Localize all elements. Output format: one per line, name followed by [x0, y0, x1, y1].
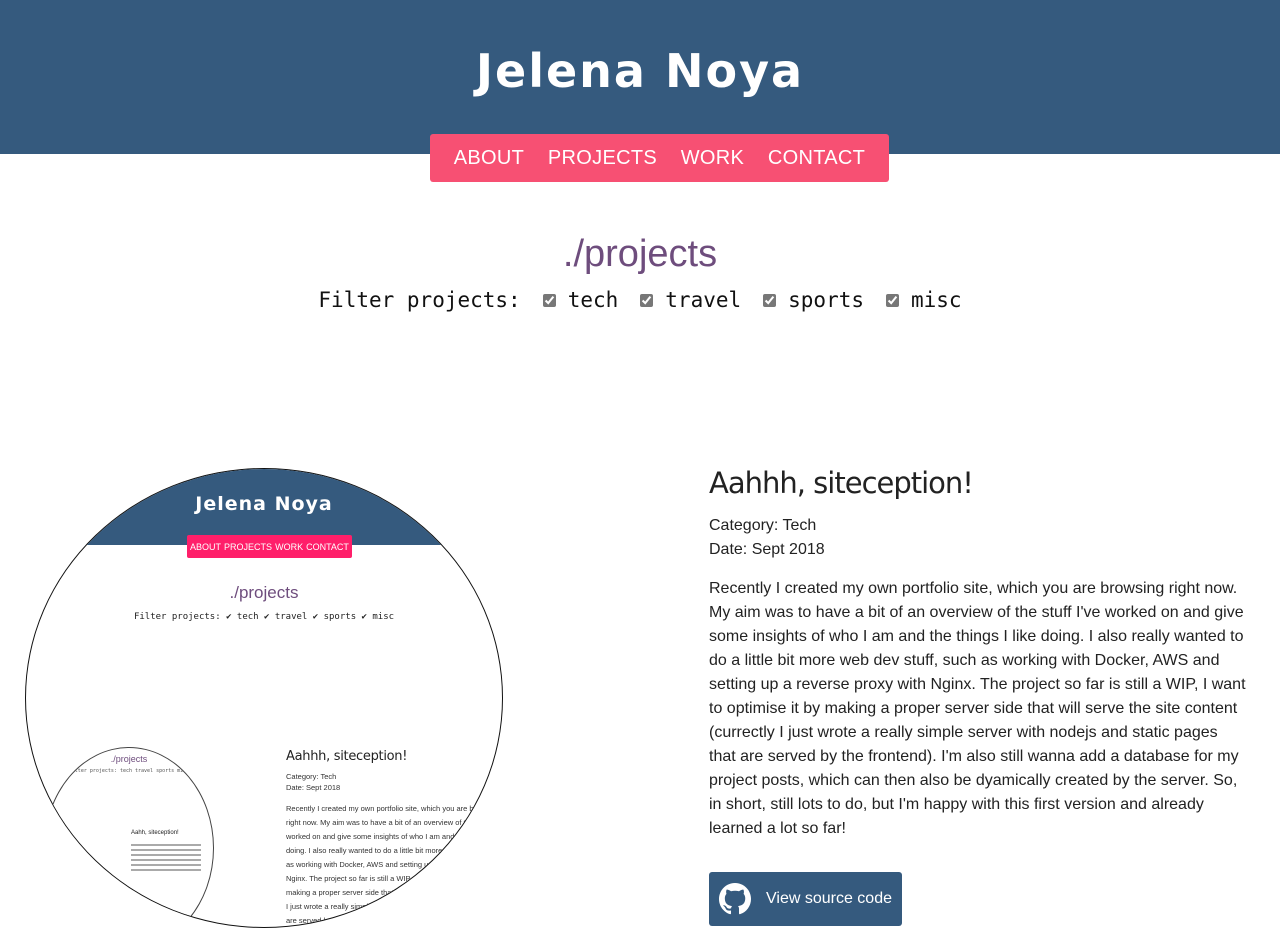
preview-category: Category: Tech — [286, 772, 337, 781]
filter-travel-label: travel — [665, 288, 742, 312]
view-source-label: View source code — [766, 890, 892, 907]
nav-projects-link[interactable]: PROJECTS — [548, 147, 657, 170]
filter-misc-label: misc — [911, 288, 962, 312]
site-header: Jelena Noya — [0, 0, 1280, 154]
filter-travel-checkbox[interactable] — [640, 293, 654, 307]
preview-nav: ABOUT PROJECTS WORK CONTACT — [187, 535, 352, 558]
nav-work-link[interactable]: WORK — [681, 147, 744, 170]
preview-filter: Filter projects: ✔ tech ✔ travel ✔ sport… — [133, 612, 395, 622]
preview-nested-image: ./projects Filter projects: tech travel … — [44, 747, 214, 927]
nested-filter: Filter projects: tech travel sports misc — [68, 768, 190, 774]
preview-nav-item: WORK — [275, 541, 304, 552]
nav-about-link[interactable]: ABOUT — [454, 147, 524, 170]
preview-description: Recently I created my own portfolio site… — [286, 804, 503, 925]
github-icon — [719, 883, 751, 915]
filter-option-tech[interactable]: tech — [542, 288, 619, 312]
site-title: Jelena Noya — [475, 44, 805, 98]
preview-nav-item: PROJECTS — [224, 541, 273, 552]
preview-site-title: Jelena Noya — [195, 493, 333, 515]
filter-sports-label: sports — [788, 288, 864, 312]
filter-option-misc[interactable]: misc — [886, 288, 962, 312]
project-category: Category: Tech — [709, 517, 817, 534]
preview-nav-item: CONTACT — [306, 541, 349, 552]
filter-tech-label: tech — [567, 288, 619, 312]
nested-image-shape — [45, 828, 77, 868]
preview-heading: ./projects — [229, 583, 299, 602]
filter-label: Filter projects: — [318, 288, 521, 312]
project-preview-image: Jelena Noya ABOUT PROJECTS WORK CONTACT … — [25, 468, 503, 928]
filter-sports-checkbox[interactable] — [763, 293, 777, 307]
nested-title: Aahh, siteception! — [131, 830, 179, 836]
view-source-button[interactable]: View source code — [709, 872, 902, 926]
filter-misc-checkbox[interactable] — [886, 293, 899, 307]
project-date: Date: Sept 2018 — [709, 541, 825, 558]
filter-option-sports[interactable]: sports — [763, 288, 864, 312]
project-meta: Category: Tech Date: Sept 2018 — [709, 514, 825, 562]
project-filter: Filter projects: tech travel sports misc — [0, 288, 1280, 312]
filter-tech-checkbox[interactable] — [542, 293, 556, 307]
preview-date: Date: Sept 2018 — [286, 783, 341, 792]
preview-post-title: Aahhh, siteception! — [286, 749, 408, 764]
page-heading: ./projects — [562, 233, 718, 275]
preview-meta: Category: Tech Date: Sept 2018 — [286, 771, 340, 793]
nested-text-lines — [131, 844, 201, 874]
main-nav: ABOUT PROJECTS WORK CONTACT — [430, 134, 889, 182]
nested-heading: ./projects — [110, 754, 148, 764]
nav-contact-link[interactable]: CONTACT — [768, 147, 865, 170]
filter-option-travel[interactable]: travel — [640, 288, 741, 312]
project-title: Aahhh, siteception! — [709, 466, 974, 500]
preview-nav-item: ABOUT — [190, 541, 222, 552]
project-description: Recently I created my own portfolio site… — [709, 580, 1246, 837]
